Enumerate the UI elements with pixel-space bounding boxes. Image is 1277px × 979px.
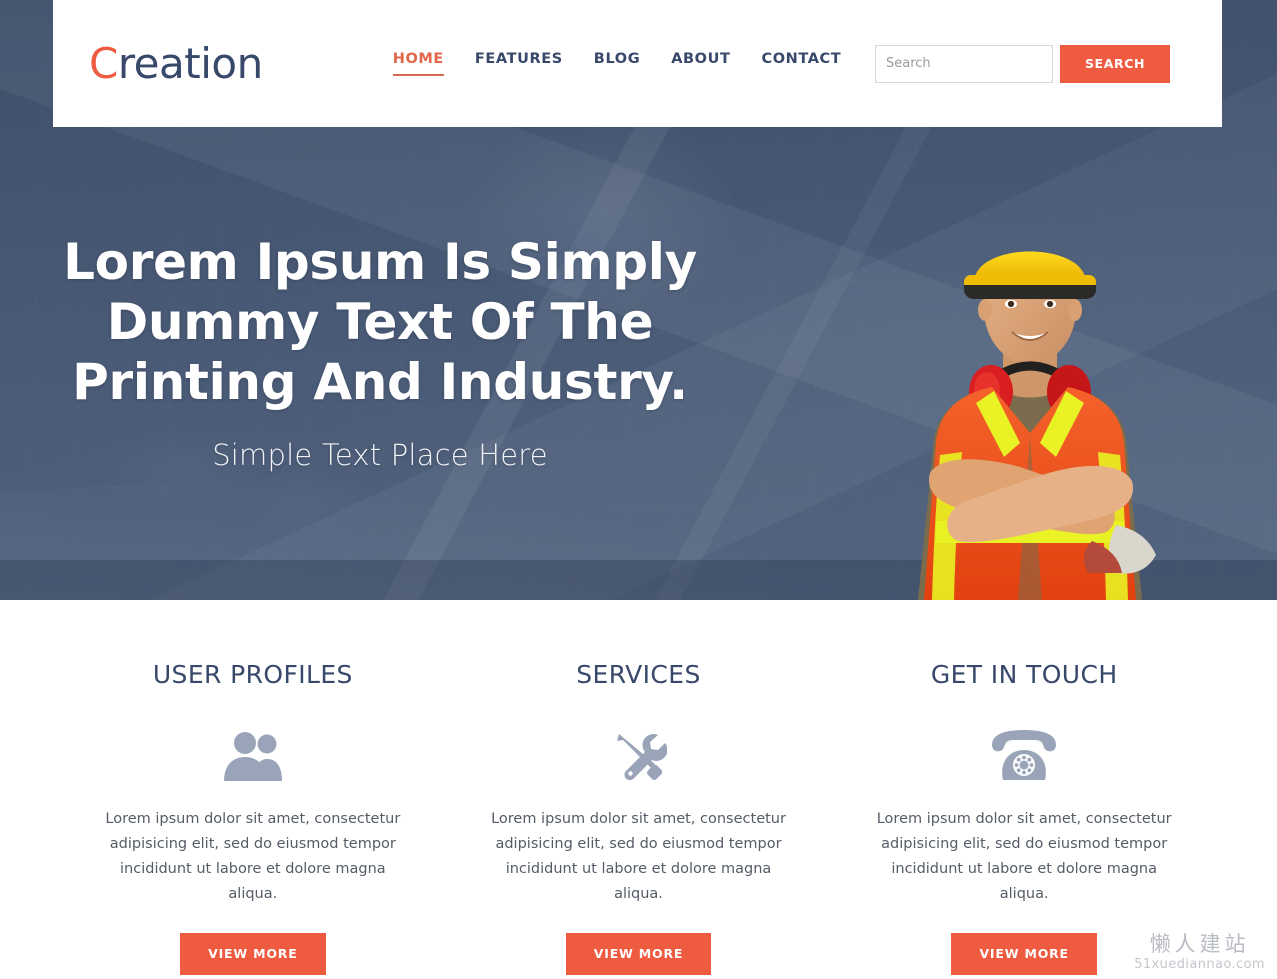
- watermark: 懒人建站 51xuediannao.com: [1134, 931, 1265, 973]
- telephone-icon: [831, 717, 1217, 795]
- hero-text-block: Lorem Ipsum Is Simply Dummy Text Of The …: [0, 232, 760, 472]
- feature-description: Lorem ipsum dolor sit amet, consectetur …: [876, 811, 1172, 902]
- features-section: USER PROFILES Lorem ipsum dolor sit amet…: [0, 600, 1277, 979]
- search-button[interactable]: SEARCH: [1060, 44, 1170, 83]
- feature-description: Lorem ipsum dolor sit amet, consectetur …: [491, 811, 786, 902]
- hero-title-line-1: Lorem Ipsum Is Simply: [63, 233, 697, 291]
- view-more-button[interactable]: VIEW MORE: [951, 933, 1097, 975]
- users-icon: [60, 717, 446, 795]
- nav-item-contact[interactable]: CONTACT: [761, 51, 841, 76]
- view-more-button[interactable]: VIEW MORE: [180, 933, 326, 975]
- nav-item-about[interactable]: ABOUT: [671, 51, 730, 76]
- watermark-domain: 51xuediannao.com: [1134, 957, 1265, 972]
- hero-title: Lorem Ipsum Is Simply Dummy Text Of The …: [0, 232, 760, 412]
- feature-card-get-in-touch: GET IN TOUCH Lorem ipsum dolor sit amet,…: [831, 600, 1217, 979]
- nav-item-home[interactable]: HOME: [392, 51, 445, 76]
- view-more-button[interactable]: VIEW MORE: [565, 933, 712, 975]
- site-header: Creation HOME FEATURES BLOG ABOUT CONTAC…: [53, 0, 1222, 127]
- feature-title: GET IN TOUCH: [930, 660, 1118, 689]
- feature-card-user-profiles: USER PROFILES Lorem ipsum dolor sit amet…: [60, 600, 446, 979]
- feature-description: Lorem ipsum dolor sit amet, consectetur …: [105, 811, 401, 902]
- hero-subtitle: Simple Text Place Here: [212, 438, 548, 472]
- search-input[interactable]: [875, 44, 1053, 83]
- nav-item-blog[interactable]: BLOG: [594, 51, 640, 76]
- feature-title: SERVICES: [576, 660, 701, 689]
- hero-title-line-2: Dummy Text Of The: [106, 293, 654, 351]
- feature-card-services: SERVICES Lorem ipsum dolor sit amet, con…: [446, 600, 832, 979]
- hero-title-line-3: Printing And Industry.: [72, 353, 688, 411]
- watermark-chinese-text: 懒人建站: [1149, 932, 1250, 956]
- site-logo[interactable]: Creation: [89, 39, 263, 88]
- main-navigation: HOME FEATURES BLOG ABOUT CONTACT: [392, 51, 842, 76]
- page-root: Lorem Ipsum Is Simply Dummy Text Of The …: [0, 0, 1277, 979]
- tools-icon: [446, 717, 832, 795]
- search-form: SEARCH: [875, 44, 1170, 83]
- logo-text: reation: [117, 39, 263, 88]
- construction-worker-image: [880, 205, 1180, 600]
- logo-letter-c: C: [89, 39, 118, 88]
- nav-item-features[interactable]: FEATURES: [475, 51, 563, 76]
- feature-title: USER PROFILES: [152, 660, 353, 689]
